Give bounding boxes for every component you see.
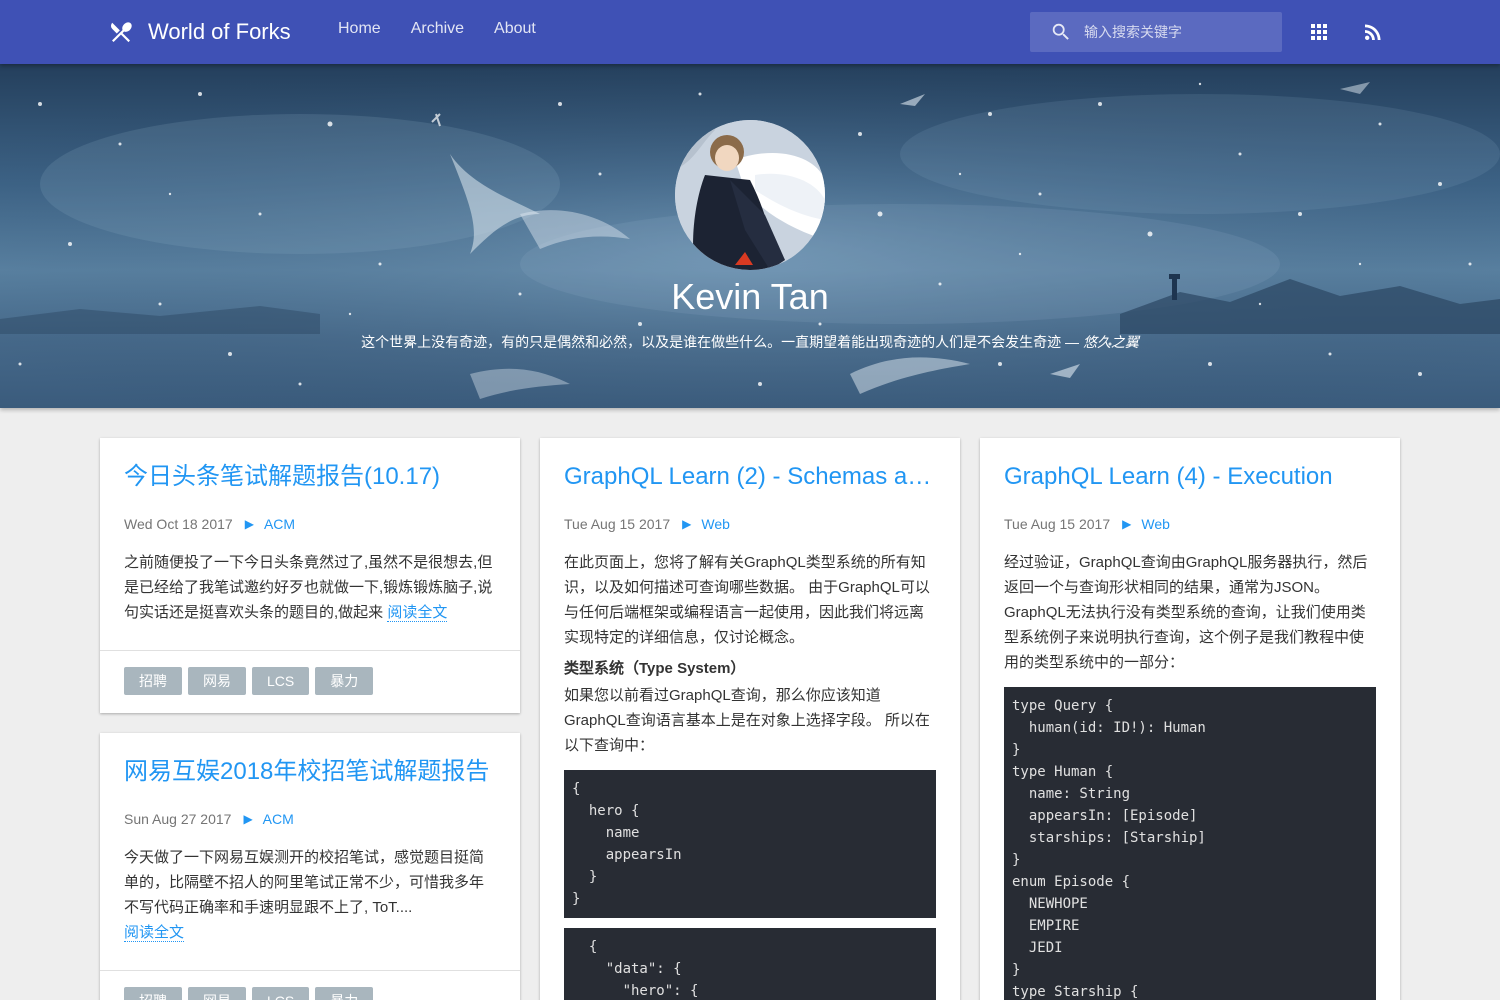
- post-date: Wed Oct 18 2017: [124, 516, 233, 532]
- post-card: GraphQL Learn (2) - Schemas and Types Tu…: [540, 438, 960, 1000]
- hero-banner: Kevin Tan 这个世界上没有奇迹，有的只是偶然和必然，以及是谁在做些什么。…: [0, 64, 1500, 408]
- post-category-link[interactable]: Web: [701, 516, 730, 532]
- intro-paragraph: 在此页面上，您将了解有关GraphQL类型系统的所有知识，以及如何描述可查询哪些…: [564, 554, 930, 646]
- post-category-link[interactable]: ACM: [264, 516, 295, 532]
- code-block: { "data": { "hero": {: [564, 928, 936, 1000]
- search-input[interactable]: [1084, 24, 1274, 40]
- nav-archive[interactable]: Archive: [411, 20, 464, 38]
- post-date: Tue Aug 15 2017: [564, 516, 671, 532]
- post-title-link[interactable]: 今日头条笔试解题报告(10.17): [124, 462, 496, 492]
- arrow-right-icon: ▶: [1122, 517, 1132, 531]
- code-block: { hero { name appearsIn } }: [564, 770, 936, 918]
- tag-chip[interactable]: 招聘: [124, 667, 182, 695]
- quote-text: 这个世界上没有奇迹，有的只是偶然和必然，以及是谁在做些什么。一直期望着能出现奇迹…: [361, 334, 1083, 350]
- tag-list: 招聘 网易 LCS 暴力: [124, 667, 379, 695]
- post-title-link[interactable]: GraphQL Learn (2) - Schemas and Types: [564, 462, 936, 492]
- nav-about[interactable]: About: [494, 20, 536, 38]
- post-meta: Sun Aug 27 2017 ▶ ACM: [124, 811, 294, 827]
- post-date: Tue Aug 15 2017: [1004, 516, 1111, 532]
- post-content: 在此页面上，您将了解有关GraphQL类型系统的所有知识，以及如何描述可查询哪些…: [564, 550, 936, 1000]
- tag-chip[interactable]: 网易: [188, 667, 246, 695]
- tag-list: 招聘 网易 LCS 暴力: [124, 987, 379, 1000]
- body-paragraph: 如果您以前看过GraphQL查询，那么你应该知道GraphQL查询语言基本上是在…: [564, 687, 930, 754]
- section-heading: 类型系统（Type System）: [564, 660, 746, 677]
- post-meta: Tue Aug 15 2017 ▶ Web: [1004, 516, 1170, 532]
- post-content: 经过验证，GraphQL查询由GraphQL服务器执行，然后返回一个与查询形状相…: [1004, 550, 1376, 1000]
- hero-quote: 这个世界上没有奇迹，有的只是偶然和必然，以及是谁在做些什么。一直期望着能出现奇迹…: [0, 332, 1500, 352]
- arrow-right-icon: ▶: [243, 812, 253, 826]
- brand-title: World of Forks: [148, 19, 291, 44]
- code-block: type Query { human(id: ID!): Human } typ…: [1004, 687, 1376, 1000]
- nav-home[interactable]: Home: [338, 20, 381, 38]
- read-more-link[interactable]: 阅读全文: [387, 604, 448, 622]
- tag-chip[interactable]: 网易: [188, 987, 246, 1000]
- post-title-link[interactable]: 网易互娱2018年校招笔试解题报告: [124, 757, 496, 787]
- tag-chip[interactable]: 暴力: [315, 667, 374, 695]
- post-title-link[interactable]: GraphQL Learn (4) - Execution: [1004, 462, 1376, 492]
- rss-button[interactable]: [1361, 20, 1385, 44]
- apps-grid-icon: [1311, 24, 1327, 40]
- brand-link[interactable]: World of Forks: [108, 14, 291, 50]
- fork-knife-icon: [110, 22, 132, 43]
- author-name: Kevin Tan: [671, 276, 829, 317]
- post-card: GraphQL Learn (4) - Execution Tue Aug 15…: [980, 438, 1400, 1000]
- tag-chip[interactable]: 招聘: [124, 987, 182, 1000]
- post-card: 网易互娱2018年校招笔试解题报告 Sun Aug 27 2017 ▶ ACM …: [100, 733, 520, 1000]
- arrow-right-icon: ▶: [244, 517, 254, 531]
- post-card: 今日头条笔试解题报告(10.17) Wed Oct 18 2017 ▶ ACM …: [100, 438, 520, 713]
- post-excerpt: 今天做了一下网易互娱测开的校招笔试，感觉题目挺简单的，比隔壁不招人的阿里笔试正常…: [124, 845, 496, 945]
- search-icon: [1052, 23, 1069, 40]
- tag-chip[interactable]: LCS: [252, 667, 310, 695]
- search-box[interactable]: [1030, 12, 1282, 52]
- card-divider: [100, 970, 520, 971]
- intro-paragraph: 经过验证，GraphQL查询由GraphQL服务器执行，然后返回一个与查询形状相…: [1004, 554, 1368, 671]
- excerpt-text: 今天做了一下网易互娱测开的校招笔试，感觉题目挺简单的，比隔壁不招人的阿里笔试正常…: [124, 849, 485, 916]
- tag-chip[interactable]: LCS: [252, 987, 310, 1000]
- main-nav: Home Archive About: [338, 20, 566, 38]
- post-category-link[interactable]: ACM: [263, 811, 294, 827]
- rss-icon: [1365, 24, 1381, 40]
- apps-button[interactable]: [1307, 20, 1331, 44]
- arrow-right-icon: ▶: [682, 517, 692, 531]
- post-meta: Wed Oct 18 2017 ▶ ACM: [124, 516, 295, 532]
- avatar-illustration: [675, 120, 825, 270]
- post-category-link[interactable]: Web: [1141, 516, 1170, 532]
- top-app-bar: World of Forks Home Archive About: [0, 0, 1500, 64]
- avatar: [675, 120, 825, 270]
- post-date: Sun Aug 27 2017: [124, 811, 232, 827]
- post-meta: Tue Aug 15 2017 ▶ Web: [564, 516, 730, 532]
- card-divider: [100, 650, 520, 651]
- read-more-link[interactable]: 阅读全文: [124, 924, 185, 942]
- tag-chip[interactable]: 暴力: [315, 987, 374, 1000]
- quote-source: 悠久之翼: [1082, 334, 1139, 350]
- post-excerpt: 之前随便投了一下今日头条竟然过了,虽然不是很想去,但是已经给了我笔试邀约好歹也就…: [124, 550, 496, 625]
